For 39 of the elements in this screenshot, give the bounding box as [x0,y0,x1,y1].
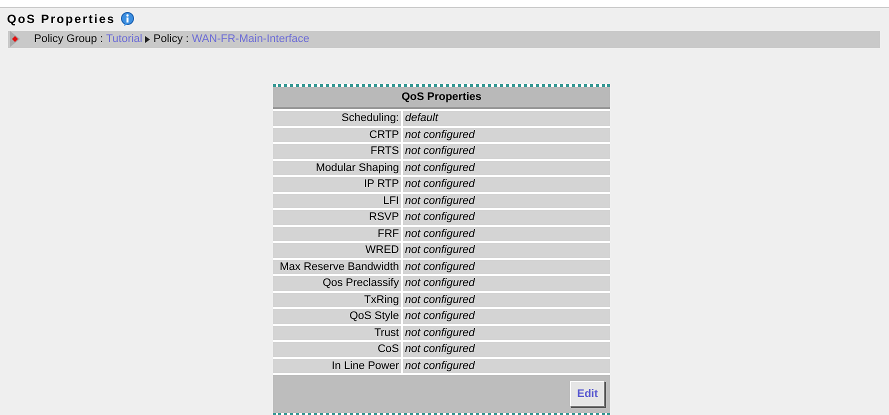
property-label: LFI [273,194,401,208]
property-value: not configured [403,177,610,192]
property-label: Scheduling: [273,111,401,126]
property-label: CoS [273,342,401,356]
breadcrumb-link[interactable]: WAN-FR-Main-Interface [192,33,310,46]
breadcrumb-link[interactable]: Tutorial [106,33,142,46]
page-title: QoS Properties [7,12,116,26]
property-value: not configured [403,226,610,241]
property-value: not configured [403,144,610,158]
property-value: not configured [403,309,610,324]
property-label: FRF [273,226,401,241]
property-label: Qos Preclassify [273,276,401,290]
property-value: not configured [403,210,610,224]
property-label: CRTP [273,128,401,142]
breadcrumb-label: Policy : [153,33,189,46]
property-value: not configured [403,194,610,208]
property-label: QoS Style [273,309,401,324]
property-label: Trust [273,326,401,340]
property-value: not configured [403,276,610,290]
property-value: not configured [403,358,610,373]
property-label: FRTS [273,144,401,158]
property-value: not configured [403,128,610,142]
property-label: RSVP [273,210,401,224]
property-label: IP RTP [273,177,401,192]
property-label: In Line Power [273,358,401,373]
panel-title: QoS Properties [273,87,610,109]
property-value: not configured [403,342,610,356]
property-label: Modular Shaping [273,160,401,175]
breadcrumb-label: Policy Group : [34,33,104,46]
edit-button[interactable]: Edit [570,381,605,407]
property-value: default [403,111,610,126]
property-value: not configured [403,243,610,258]
property-label: WRED [273,243,401,258]
property-value: not configured [403,160,610,175]
property-value: not configured [403,260,610,274]
property-value: not configured [403,292,610,307]
property-value: not configured [403,326,610,340]
property-label: Max Reserve Bandwidth [273,260,401,274]
property-label: TxRing [273,292,401,307]
